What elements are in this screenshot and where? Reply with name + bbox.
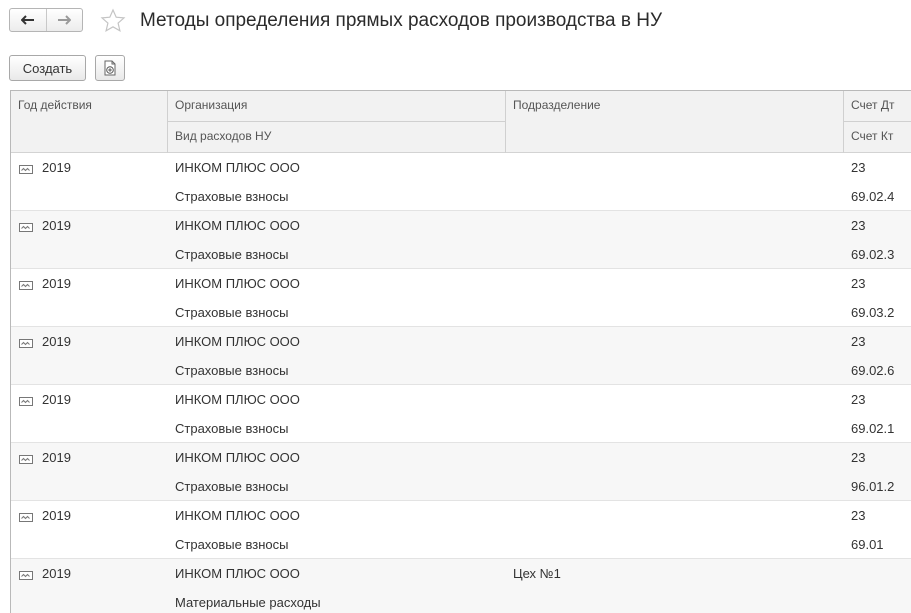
arrow-left-icon [20,15,34,25]
column-header-account-kt[interactable]: Счет Кт [844,122,911,150]
cell-account-kt: 96.01.2 [851,479,895,494]
record-icon [19,455,33,464]
table-row[interactable]: 2019 ИНКОМ ПЛЮС ООО Страховые взносы 23 … [11,211,911,269]
cell-account-kt: 69.02.1 [851,421,895,436]
back-button[interactable] [10,9,46,31]
copy-button[interactable] [95,55,125,81]
cell-expense-type: Страховые взносы [175,363,289,378]
record-icon [19,223,33,232]
cell-organization: ИНКОМ ПЛЮС ООО [175,450,300,465]
navigation-buttons [9,8,83,32]
table-row[interactable]: 2019 ИНКОМ ПЛЮС ООО Страховые взносы 23 … [11,269,911,327]
cell-year: 2019 [42,508,71,523]
record-icon [19,165,33,174]
cell-year: 2019 [42,566,71,581]
cell-account-dt: 23 [851,276,866,291]
header-divider [843,91,844,153]
cell-expense-type: Страховые взносы [175,537,289,552]
column-header-department[interactable]: Подразделение [506,91,843,119]
record-icon [19,571,33,580]
header-divider [168,121,505,122]
cell-organization: ИНКОМ ПЛЮС ООО [175,218,300,233]
record-icon [19,339,33,348]
cell-expense-type: Страховые взносы [175,421,289,436]
cell-expense-type: Материальные расходы [175,595,321,610]
table-header: Год действия Организация Вид расходов НУ… [11,91,911,153]
table-row[interactable]: 2019 ИНКОМ ПЛЮС ООО Страховые взносы 23 … [11,153,911,211]
cell-account-kt: 69.02.4 [851,189,895,204]
cell-account-dt: 23 [851,218,866,233]
cell-organization: ИНКОМ ПЛЮС ООО [175,508,300,523]
cell-account-kt: 69.02.6 [851,363,895,378]
cell-expense-type: Страховые взносы [175,305,289,320]
table-row[interactable]: 2019 ИНКОМ ПЛЮС ООО Страховые взносы 23 … [11,501,911,559]
data-table: Год действия Организация Вид расходов НУ… [10,90,911,613]
column-header-year[interactable]: Год действия [11,91,167,119]
cell-organization: ИНКОМ ПЛЮС ООО [175,566,300,581]
page-title: Методы определения прямых расходов произ… [140,10,663,31]
cell-account-dt: 23 [851,508,866,523]
cell-expense-type: Страховые взносы [175,189,289,204]
cell-account-dt: 23 [851,392,866,407]
cell-organization: ИНКОМ ПЛЮС ООО [175,160,300,175]
header-divider [505,91,506,153]
cell-account-kt: 69.02.3 [851,247,895,262]
cell-account-dt: 23 [851,160,866,175]
cell-account-dt: 23 [851,334,866,349]
forward-button[interactable] [45,9,83,31]
header-divider [167,91,168,153]
record-icon [19,281,33,290]
header-divider [844,121,911,122]
cell-year: 2019 [42,334,71,349]
table-row[interactable]: 2019 ИНКОМ ПЛЮС ООО Материальные расходы… [11,559,911,613]
table-row[interactable]: 2019 ИНКОМ ПЛЮС ООО Страховые взносы 23 … [11,443,911,501]
create-button[interactable]: Создать [9,55,86,81]
cell-year: 2019 [42,392,71,407]
copy-document-icon [104,60,116,76]
table-row[interactable]: 2019 ИНКОМ ПЛЮС ООО Страховые взносы 23 … [11,327,911,385]
cell-account-kt: 69.03.2 [851,305,895,320]
cell-year: 2019 [42,218,71,233]
cell-expense-type: Страховые взносы [175,247,289,262]
cell-year: 2019 [42,160,71,175]
arrow-right-icon [58,15,72,25]
cell-organization: ИНКОМ ПЛЮС ООО [175,276,300,291]
table-row[interactable]: 2019 ИНКОМ ПЛЮС ООО Страховые взносы 23 … [11,385,911,443]
record-icon [19,513,33,522]
cell-account-dt: 23 [851,450,866,465]
cell-year: 2019 [42,276,71,291]
column-header-organization[interactable]: Организация [168,91,505,119]
cell-organization: ИНКОМ ПЛЮС ООО [175,334,300,349]
record-icon [19,397,33,406]
column-header-expense-type[interactable]: Вид расходов НУ [168,122,505,150]
cell-year: 2019 [42,450,71,465]
cell-expense-type: Страховые взносы [175,479,289,494]
star-icon[interactable] [100,8,126,34]
cell-organization: ИНКОМ ПЛЮС ООО [175,392,300,407]
cell-account-kt: 69.01 [851,537,884,552]
cell-department: Цех №1 [513,566,561,581]
column-header-account-dt[interactable]: Счет Дт [844,91,911,119]
